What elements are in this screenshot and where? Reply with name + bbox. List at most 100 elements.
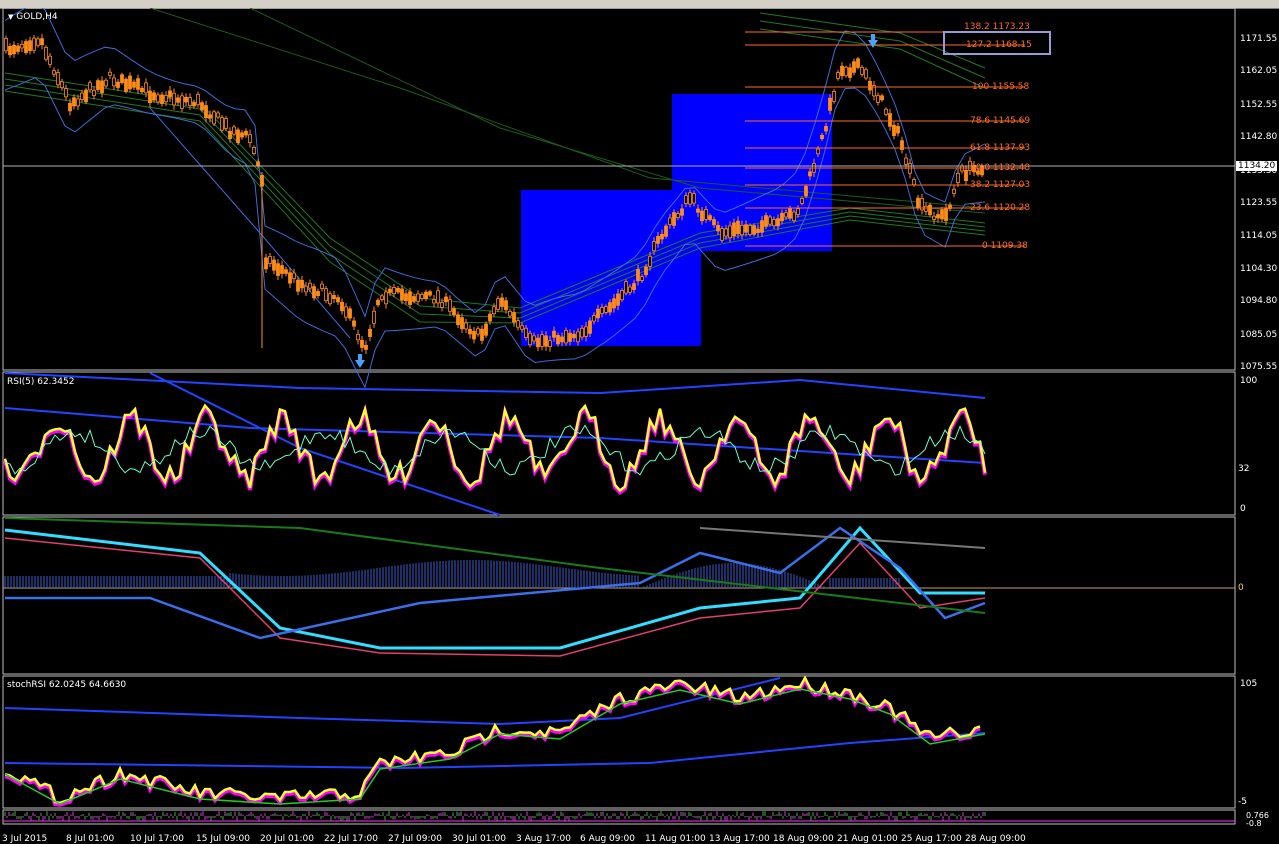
candle-body <box>152 92 156 101</box>
up-arrow-icon <box>355 354 365 368</box>
candle-body <box>64 88 68 98</box>
candle-body <box>604 306 608 313</box>
candle-body <box>848 67 852 78</box>
candle-body <box>836 72 840 79</box>
candle-body <box>816 148 820 155</box>
candle-body <box>768 216 772 225</box>
candle-body <box>268 256 272 264</box>
candle-body <box>416 293 420 302</box>
candle-body <box>124 78 128 92</box>
candle-body <box>584 326 588 337</box>
candle-body <box>408 291 412 305</box>
time-tick: 10 Jul 17:00 <box>130 834 184 844</box>
candle-body <box>140 87 144 93</box>
candle-body <box>828 97 832 111</box>
candle-body <box>380 295 384 300</box>
candle-body <box>748 224 752 235</box>
candle-body <box>32 37 36 51</box>
candle-body <box>832 91 836 102</box>
candle-body <box>936 214 940 219</box>
candle-body <box>20 43 24 49</box>
candle-body <box>352 320 356 327</box>
bollinger-lower-band <box>4 77 986 389</box>
candle-body <box>464 322 468 330</box>
candle-body <box>68 102 72 112</box>
candle-body <box>16 45 20 52</box>
rsi-tick: 0 <box>1240 504 1246 514</box>
candle-body <box>192 102 196 107</box>
candle-body <box>216 112 220 118</box>
candle-body <box>108 71 112 76</box>
bollinger-upper-band <box>4 8 986 318</box>
candle-body <box>292 272 296 279</box>
candle-body <box>36 38 40 46</box>
candle-body <box>344 306 348 318</box>
candle-body <box>8 46 12 56</box>
candle-body <box>716 224 720 232</box>
candle-body <box>144 82 148 94</box>
candle-body <box>208 114 212 119</box>
candle-body <box>684 195 688 204</box>
candle-body <box>796 208 800 215</box>
candle-body <box>224 118 228 129</box>
candle-body <box>544 335 548 347</box>
candle-body <box>804 186 808 197</box>
candle-body <box>176 97 180 103</box>
candle-body <box>596 308 600 319</box>
candle-body <box>52 70 56 75</box>
time-tick: 20 Jul 01:00 <box>260 834 314 844</box>
rsi-tick: 32 <box>1238 464 1250 474</box>
candle-body <box>88 82 92 91</box>
candle-body <box>628 286 632 293</box>
candle-body <box>808 171 812 177</box>
candle-body <box>348 308 352 319</box>
candle-body <box>312 286 316 299</box>
chart-canvas[interactable] <box>0 8 1279 844</box>
stoch-panel-title: stochRSI 62.0245 64.6630 <box>7 680 127 690</box>
candle-body <box>776 218 780 227</box>
candle-body <box>440 302 444 308</box>
candle-body <box>300 279 304 289</box>
candle-body <box>468 328 472 335</box>
candle-body <box>364 344 368 350</box>
candle-body <box>296 279 300 292</box>
candle-body <box>80 92 84 101</box>
candle-body <box>840 65 844 77</box>
candle-body <box>100 80 104 94</box>
candle-body <box>904 157 908 165</box>
candle-body <box>280 265 284 274</box>
candle-body <box>940 209 944 220</box>
candle-body <box>884 108 888 115</box>
candle-body <box>372 310 376 324</box>
candle-body <box>92 89 96 96</box>
candle-body <box>132 81 136 88</box>
candle-body <box>556 335 560 345</box>
chart-window[interactable]: ▼ GOLD,H4 RSI(5) 62.3452 stochRSI 62.024… <box>0 8 1279 844</box>
dropdown-triangle-icon[interactable]: ▼ <box>8 13 13 21</box>
time-tick: 3 Jul 2015 <box>2 834 48 844</box>
fib-level-label: 138.2 1173.23 <box>964 22 1030 32</box>
candle-body <box>276 263 280 276</box>
candle-body <box>592 315 596 322</box>
candle-body <box>676 213 680 219</box>
time-tick: 3 Aug 17:00 <box>516 834 571 844</box>
candle-body <box>560 336 564 343</box>
time-tick: 27 Jul 09:00 <box>388 834 442 844</box>
candle-body <box>632 283 636 291</box>
rsi-upper-band <box>4 372 986 399</box>
candle-body <box>244 130 248 136</box>
candle-body <box>924 205 928 212</box>
candle-body <box>40 38 44 45</box>
candle-body <box>528 332 532 346</box>
candle-body <box>400 288 404 301</box>
candle-body <box>640 276 644 281</box>
candle-body <box>688 192 692 205</box>
candle-body <box>720 228 724 241</box>
candle-body <box>432 299 436 304</box>
candle-body <box>524 327 528 338</box>
candle-body <box>780 212 784 222</box>
candle-body <box>304 285 308 293</box>
time-tick: 25 Aug 17:00 <box>901 834 962 844</box>
time-tick: 21 Aug 01:00 <box>837 834 898 844</box>
candle-body <box>392 287 396 295</box>
